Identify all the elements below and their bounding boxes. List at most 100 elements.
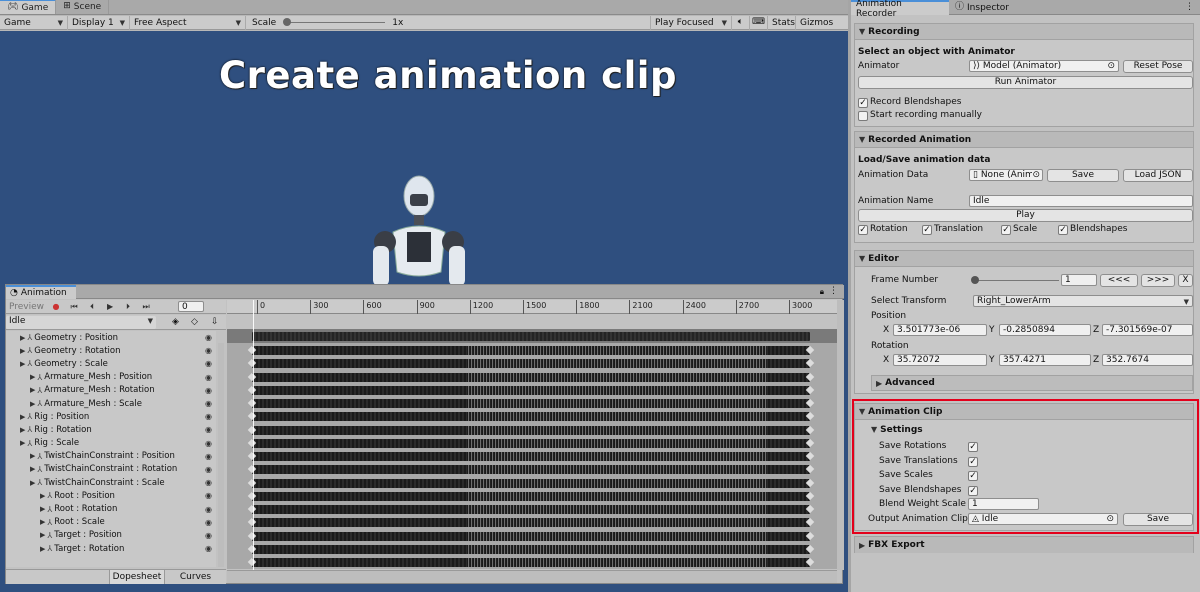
property-row[interactable]: ▶ ⅄ Armature_Mesh : Rotation ◉: [6, 384, 216, 397]
keyframe-diamond-icon[interactable]: [247, 465, 257, 474]
rotation-x-input[interactable]: 35.72072: [893, 354, 987, 366]
keyframe-indicator-icon[interactable]: ◉: [205, 412, 212, 421]
keyframe-indicator-icon[interactable]: ◉: [205, 465, 212, 474]
keyframe-track[interactable]: [247, 372, 815, 382]
keyframe-diamond-icon[interactable]: [247, 491, 257, 500]
save-data-button[interactable]: Save: [1047, 169, 1119, 182]
scale-checkbox[interactable]: ✓: [1001, 225, 1011, 235]
animator-field[interactable]: ⟩⟩ Model (Animator) ⊙: [969, 60, 1119, 72]
lock-icon[interactable]: 🔒︎: [820, 287, 824, 297]
slider-thumb[interactable]: [283, 18, 292, 26]
keyframe-diamond-icon[interactable]: [805, 465, 815, 474]
prev-frame-button[interactable]: <<<: [1100, 274, 1138, 287]
property-row[interactable]: ▶ ⅄ Geometry : Scale ◉: [6, 357, 216, 370]
blendshapes-checkbox[interactable]: ✓: [1058, 225, 1068, 235]
scale-control[interactable]: Scale 1x: [246, 16, 650, 30]
rotation-z-input[interactable]: 352.7674: [1102, 354, 1193, 366]
keyframe-diamond-icon[interactable]: [805, 491, 815, 500]
property-row[interactable]: ▶ ⅄ Target : Position ◉: [6, 529, 216, 542]
keyframe-indicator-icon[interactable]: ◉: [205, 359, 212, 368]
keyframe-indicator-icon[interactable]: ◉: [205, 478, 212, 487]
keyframe-diamond-icon[interactable]: [805, 518, 815, 527]
keyframe-track[interactable]: [247, 531, 815, 541]
expand-icon[interactable]: ▶: [40, 492, 45, 500]
expand-icon[interactable]: ▶: [40, 531, 45, 539]
menu-icon[interactable]: ⋮: [829, 286, 838, 296]
keyframe-indicator-icon[interactable]: ◉: [205, 518, 212, 527]
keyframe-diamond-icon[interactable]: [247, 531, 257, 540]
prev-key-button[interactable]: ⏴: [84, 301, 100, 313]
record-blendshapes-checkbox[interactable]: ✓: [858, 98, 868, 108]
property-row[interactable]: ▶ ⅄ Armature_Mesh : Scale ◉: [6, 397, 216, 410]
keyframe-diamond-icon[interactable]: [247, 544, 257, 553]
keyframe-diamond-icon[interactable]: [805, 557, 815, 567]
keyframe-diamond-icon[interactable]: [805, 398, 815, 408]
keyframe-diamond-icon[interactable]: [247, 385, 257, 394]
timeline-ruler[interactable]: 0 300 600 900 1200 1500 1800 2100 2400 2700 3000: [227, 300, 837, 314]
add-event-marker-icon[interactable]: ⇩: [211, 317, 219, 327]
expand-icon[interactable]: ▶: [20, 360, 25, 368]
keyframe-track[interactable]: [247, 544, 815, 554]
keyframe-track[interactable]: [247, 398, 815, 408]
property-row[interactable]: ▶ ⅄ Target : Rotation ◉: [6, 542, 216, 555]
expand-icon[interactable]: ▶: [40, 505, 45, 513]
keyframe-track[interactable]: [247, 557, 815, 567]
aspect-dropdown[interactable]: Free Aspect ▼: [130, 15, 246, 30]
keyframe-track[interactable]: [247, 412, 815, 422]
object-picker-icon[interactable]: ⊙: [1032, 170, 1040, 180]
timeline-scrollbar[interactable]: [837, 300, 844, 570]
keyframe-diamond-icon[interactable]: [247, 557, 257, 567]
keyframe-track[interactable]: [247, 359, 815, 369]
next-key-button[interactable]: ⏵: [120, 301, 136, 313]
play-button[interactable]: ▶: [102, 301, 118, 313]
next-frame-button[interactable]: >>>: [1141, 274, 1175, 287]
tab-game[interactable]: 🎮︎ Game: [0, 0, 57, 14]
rotation-checkbox[interactable]: ✓: [858, 225, 868, 235]
expand-icon[interactable]: ▶: [20, 334, 25, 342]
close-editor-button[interactable]: X: [1178, 274, 1193, 287]
keyframe-diamond-icon[interactable]: [805, 451, 815, 461]
keyframe-track[interactable]: [247, 504, 815, 514]
add-event-icon[interactable]: ◇: [191, 317, 198, 327]
stats-button[interactable]: Stats: [768, 15, 796, 30]
keyframe-diamond-icon[interactable]: [805, 504, 815, 514]
keyframe-diamond-icon[interactable]: [805, 438, 815, 447]
keyframe-indicator-icon[interactable]: ◉: [205, 373, 212, 382]
play-button[interactable]: Play: [858, 209, 1193, 222]
slider-thumb[interactable]: [971, 276, 979, 284]
position-y-input[interactable]: -0.2850894: [999, 324, 1091, 336]
keyframe-diamond-icon[interactable]: [805, 544, 815, 553]
property-row[interactable]: ▶ ⅄ Geometry : Rotation ◉: [6, 344, 216, 357]
frame-field[interactable]: 0: [178, 301, 205, 312]
keyframe-track[interactable]: [247, 345, 815, 355]
load-json-button[interactable]: Load JSON: [1123, 169, 1193, 182]
expand-icon[interactable]: ▶: [20, 426, 25, 434]
property-row[interactable]: ▶ ⅄ TwistChainConstraint : Position ◉: [6, 450, 216, 463]
keyframe-diamond-icon[interactable]: [805, 345, 815, 355]
expand-icon[interactable]: ▶: [40, 545, 45, 553]
expand-icon[interactable]: ▶: [40, 518, 45, 526]
playhead[interactable]: [253, 300, 254, 570]
keyframe-indicator-icon[interactable]: ◉: [205, 452, 212, 461]
frame-slider[interactable]: [971, 276, 1059, 284]
position-x-input[interactable]: 3.501773e-06: [893, 324, 987, 336]
keyframe-track[interactable]: [247, 518, 815, 528]
animation-data-field[interactable]: ▯ None (Anima ⊙: [969, 169, 1043, 181]
dopesheet-tracks[interactable]: [227, 343, 837, 569]
expand-icon[interactable]: ▶: [30, 373, 35, 381]
play-focused-dropdown[interactable]: Play Focused ▼: [650, 15, 732, 30]
keyframe-diamond-icon[interactable]: [247, 345, 257, 355]
property-scrollbar[interactable]: [218, 343, 224, 567]
tab-dopesheet[interactable]: Dopesheet: [109, 570, 164, 584]
keyframe-track[interactable]: [247, 491, 815, 501]
keyframe-indicator-icon[interactable]: ◉: [205, 386, 212, 395]
keyframe-diamond-icon[interactable]: [247, 372, 257, 381]
expand-icon[interactable]: ▶: [30, 452, 35, 460]
tab-inspector[interactable]: ⓘ Inspector: [950, 0, 1020, 15]
keyframe-diamond-icon[interactable]: [247, 438, 257, 447]
tab-scene[interactable]: ⊞ Scene: [56, 0, 110, 14]
reset-pose-button[interactable]: Reset Pose: [1123, 60, 1193, 73]
rotation-y-input[interactable]: 357.4271: [999, 354, 1091, 366]
keyframe-diamond-icon[interactable]: [805, 531, 815, 540]
property-row[interactable]: ▶ ⅄ Root : Rotation ◉: [6, 502, 216, 515]
